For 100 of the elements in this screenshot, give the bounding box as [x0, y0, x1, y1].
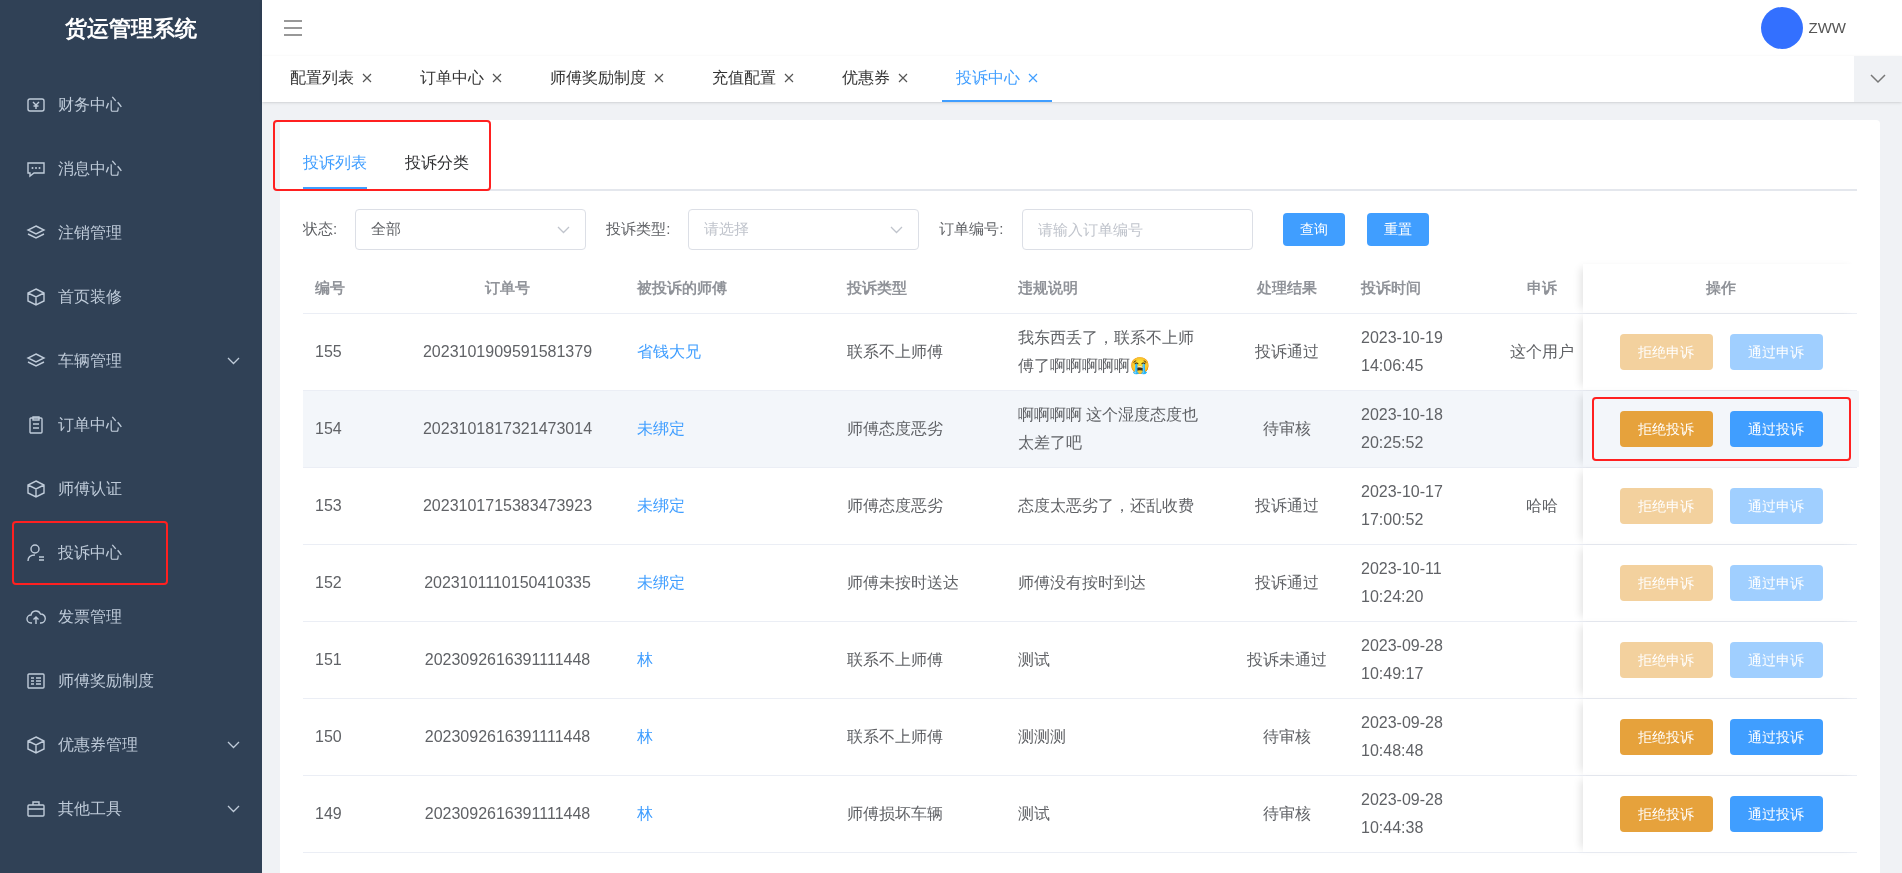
driver-link[interactable]: 未绑定 — [637, 492, 685, 520]
result-cell-text: 投诉通过 — [1255, 573, 1319, 593]
page-tab[interactable]: 订单中心 — [406, 56, 516, 102]
order-number-cell-text: 2023101715383473923 — [422, 496, 593, 516]
page-tab[interactable]: 充值配置 — [698, 56, 808, 102]
input-field[interactable]: 请输入订单编号 — [1021, 209, 1253, 250]
order-number-cell-text: 2023101110150410335 — [424, 573, 591, 593]
complaint-type-cell-text: 师傅态度恶劣 — [847, 419, 943, 439]
description-cell-text: 测测测 — [1018, 727, 1066, 747]
app-title: 货运管理系统 — [65, 14, 197, 43]
description-cell-text: 测试 — [1018, 650, 1050, 670]
sidebar-item[interactable]: 消息中心 — [12, 137, 252, 201]
description-cell-text: 我东西丢了，联系不上师傅了啊啊啊啊啊😭 — [1018, 328, 1195, 377]
sidebar-item[interactable]: 师傅奖励制度 — [12, 649, 252, 713]
page-tab[interactable]: 优惠券 — [828, 56, 922, 102]
clipboard-icon — [26, 415, 46, 435]
avatar[interactable] — [1760, 7, 1803, 49]
sidebar-item[interactable]: 车辆管理 — [12, 329, 252, 393]
close-icon[interactable] — [654, 73, 664, 83]
close-icon[interactable] — [492, 73, 502, 83]
user-icon — [26, 543, 46, 563]
close-icon[interactable] — [362, 73, 372, 83]
order-number-cell-text: 2023101909591581379 — [422, 342, 593, 362]
select-field[interactable]: 全部 — [355, 209, 587, 250]
field-label: 状态: — [303, 219, 338, 240]
page-tab[interactable]: 投诉中心 — [942, 56, 1052, 102]
time-cell-text: 2023-10-18 20:25:52 — [1361, 405, 1444, 453]
time-cell-text: 2023-09-28 10:49:17 — [1361, 636, 1444, 684]
complaint-type-cell-text: 联系不上师傅 — [847, 342, 943, 362]
cloud-upload-icon — [26, 607, 46, 627]
time-cell-text: 2023-10-17 17:00:52 — [1361, 482, 1444, 530]
chevron-down-icon — [557, 225, 571, 234]
sidebar-item[interactable]: 注销管理 — [12, 201, 252, 265]
menu-icon[interactable] — [282, 19, 304, 37]
description-cell-text: 师傅没有按时到达 — [1018, 573, 1146, 593]
approve-button[interactable]: 通过投诉 — [1729, 719, 1823, 755]
chevron-down-icon — [890, 225, 904, 234]
time-cell-text: 2023-10-11 10:24:20 — [1361, 559, 1443, 607]
id-cell-text: 149 — [315, 804, 342, 824]
column-header: 订单号 — [485, 278, 530, 299]
column-header: 申诉 — [1527, 278, 1557, 299]
driver-link[interactable]: 林 — [637, 723, 653, 751]
column-header: 投诉类型 — [847, 278, 907, 299]
sidebar-item[interactable]: 优惠券管理 — [12, 713, 252, 777]
id-cell-text: 153 — [315, 496, 342, 516]
result-cell-text: 待审核 — [1263, 419, 1311, 439]
column-header: 被投诉的师傅 — [637, 278, 727, 299]
driver-link[interactable]: 未绑定 — [637, 569, 685, 597]
description-cell-text: 啊啊啊啊 这个湿度态度也太差了吧 — [1018, 405, 1200, 453]
reject-button[interactable]: 拒绝投诉 — [1619, 411, 1713, 447]
column-header: 违规说明 — [1018, 278, 1078, 299]
close-icon[interactable] — [784, 73, 794, 83]
sidebar-item[interactable]: 首页装修 — [12, 265, 252, 329]
approve-button[interactable]: 通过投诉 — [1729, 796, 1823, 832]
sidebar-item[interactable]: 发票管理 — [12, 585, 252, 649]
driver-link[interactable]: 省钱大兄 — [637, 338, 701, 366]
order-number-cell-text: 2023092616391111448 — [424, 650, 591, 670]
wallet-icon — [26, 95, 46, 115]
sidebar-item[interactable]: 其他工具 — [12, 777, 252, 841]
appeal-cell-text: 哈哈 — [1526, 496, 1558, 516]
column-header: 编号 — [315, 278, 345, 299]
order-number-cell-text: 2023101817321473014 — [422, 419, 593, 439]
approve-button[interactable]: 通过投诉 — [1729, 411, 1823, 447]
driver-link[interactable]: 未绑定 — [637, 415, 685, 443]
user-name: ZWW — [1808, 17, 1846, 38]
driver-link[interactable]: 林 — [637, 646, 653, 674]
chat-icon — [26, 159, 46, 179]
complaint-type-cell-text: 师傅损坏车辆 — [847, 804, 943, 824]
driver-link[interactable]: 林 — [637, 800, 653, 828]
tab[interactable]: 投诉列表 — [303, 151, 367, 189]
sidebar-item[interactable]: 投诉中心 — [12, 521, 168, 585]
result-cell-text: 投诉通过 — [1255, 496, 1319, 516]
column-header: 投诉时间 — [1361, 278, 1421, 299]
order-number-cell-text: 2023092616391111448 — [424, 727, 591, 747]
time-cell-text: 2023-10-19 14:06:45 — [1361, 328, 1444, 376]
page-tab[interactable]: 师傅奖励制度 — [536, 56, 678, 102]
complaint-type-cell-text: 联系不上师傅 — [847, 650, 943, 670]
reject-button[interactable]: 拒绝投诉 — [1619, 719, 1713, 755]
box-icon — [26, 735, 46, 755]
sidebar-item[interactable]: 财务中心 — [12, 73, 252, 137]
close-icon[interactable] — [898, 73, 908, 83]
filter-button[interactable]: 查询 — [1282, 213, 1345, 246]
tab[interactable]: 投诉分类 — [405, 151, 469, 189]
id-cell-text: 152 — [315, 573, 342, 593]
description-cell-text: 测试 — [1018, 804, 1050, 824]
order-number-cell-text: 2023092616391111448 — [424, 804, 591, 824]
page-tab[interactable]: 配置列表 — [276, 56, 386, 102]
chevron-down-icon — [1870, 74, 1886, 84]
id-cell-text: 155 — [315, 342, 342, 362]
sidebar-item[interactable]: 订单中心 — [12, 393, 252, 457]
box-icon — [26, 479, 46, 499]
complaint-type-cell-text: 联系不上师傅 — [847, 727, 943, 747]
filter-button[interactable]: 重置 — [1366, 213, 1429, 246]
result-cell-text: 待审核 — [1263, 727, 1311, 747]
reject-button[interactable]: 拒绝投诉 — [1619, 796, 1713, 832]
box-icon — [26, 287, 46, 307]
column-header: 操作 — [1706, 278, 1736, 299]
briefcase-icon — [26, 799, 46, 819]
sidebar-item[interactable]: 师傅认证 — [12, 457, 252, 521]
select-field[interactable]: 请选择 — [688, 209, 920, 250]
